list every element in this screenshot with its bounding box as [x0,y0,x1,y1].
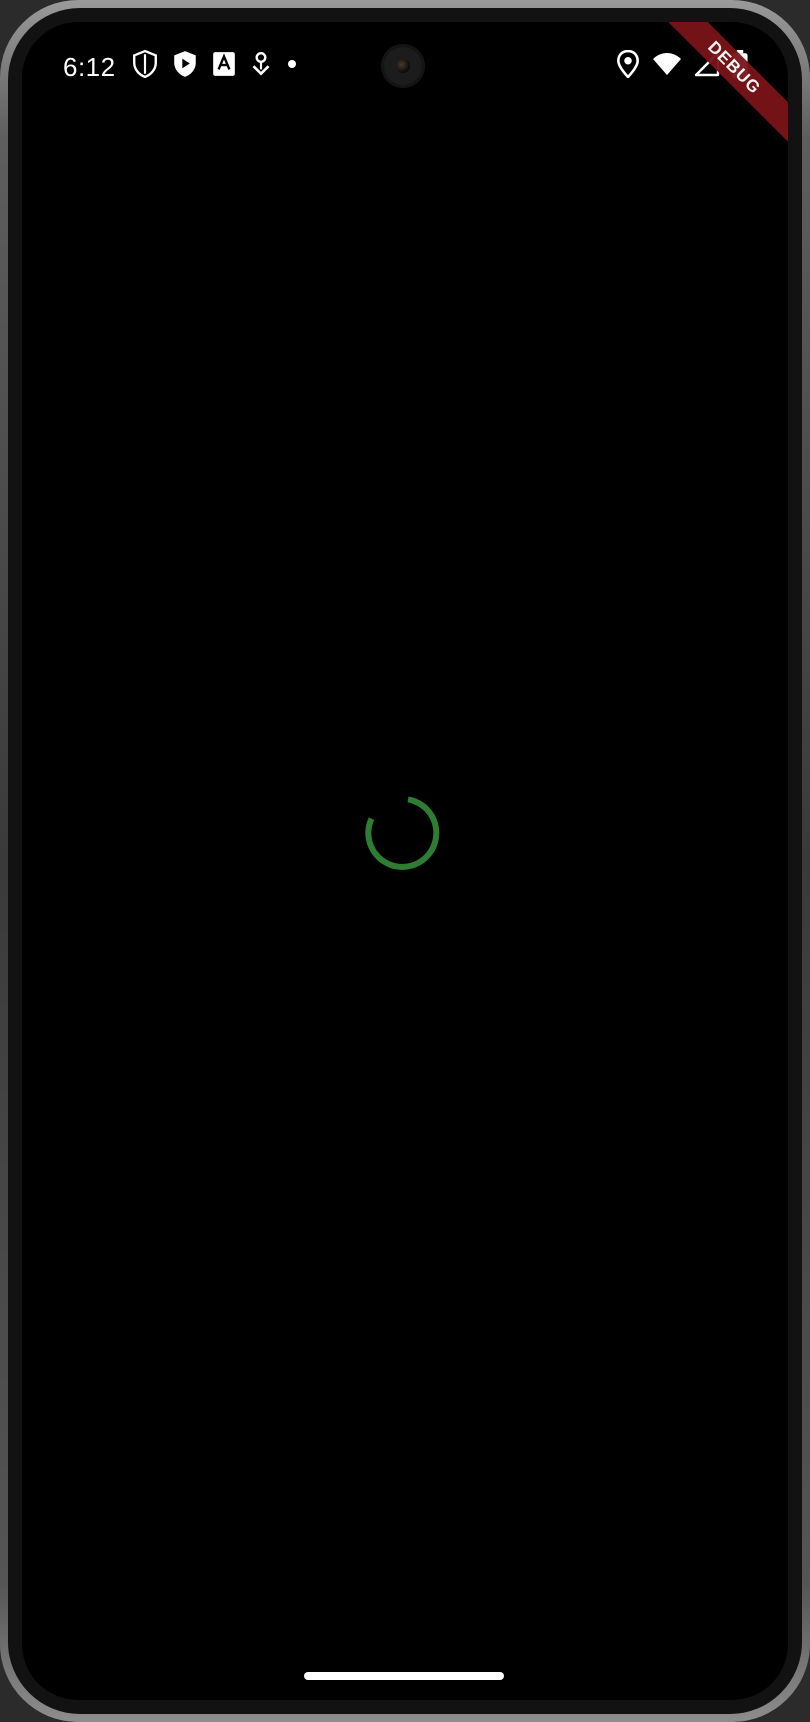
location-pin-badge-icon [252,52,270,76]
front-camera [381,44,425,88]
status-time: 6:12 [63,52,116,82]
font-a-icon [213,52,235,76]
phone-frame: 6:12 DEBUG [0,0,810,1722]
camera-lens [396,59,410,73]
spinner-arc [365,796,440,870]
notification-dot-icon [288,60,296,68]
notification-icons [132,50,298,78]
shield-outline-icon [133,50,157,78]
wifi-icon [653,53,681,75]
phone-bezel: 6:12 DEBUG [8,8,802,1714]
home-indicator[interactable] [304,1672,504,1680]
location-icon [617,50,639,78]
shield-play-icon [174,51,196,77]
app-screen: 6:12 DEBUG [22,22,788,1700]
loading-spinner-icon [365,796,440,870]
